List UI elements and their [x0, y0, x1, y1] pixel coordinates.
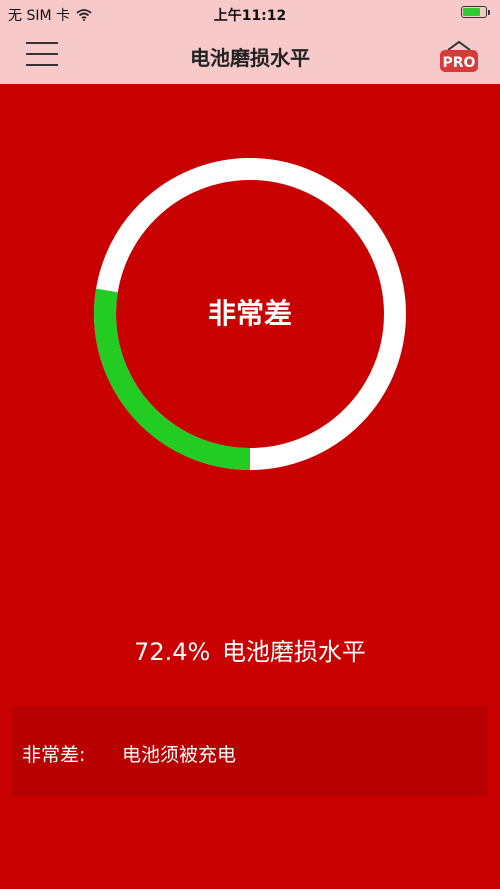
status-bar: 无 SIM 卡 上午11:12 [0, 0, 500, 28]
clock: 上午11:12 [213, 8, 287, 24]
battery-fill [463, 8, 480, 16]
battery-nub [488, 9, 490, 15]
battery-indicator [461, 6, 490, 18]
pro-upgrade-button[interactable]: PRO [438, 40, 480, 74]
wear-caption: 电池磨损水平 [221, 638, 366, 666]
advice-prefix: 非常差: [22, 744, 86, 766]
gauge-status-label: 非常差 [207, 297, 292, 330]
advice-panel: 非常差: 电池须被充电 [12, 706, 488, 796]
advice-message: 电池须被充电 [122, 744, 237, 766]
pro-label: PRO [443, 55, 476, 71]
wear-percent: 72.4% [134, 638, 211, 666]
wear-summary: 72.4% 电池磨损水平 [0, 632, 500, 667]
nav-bar: 电池磨损水平 PRO [0, 28, 500, 84]
battery-icon [461, 6, 487, 18]
page-title: 电池磨损水平 [190, 46, 310, 70]
